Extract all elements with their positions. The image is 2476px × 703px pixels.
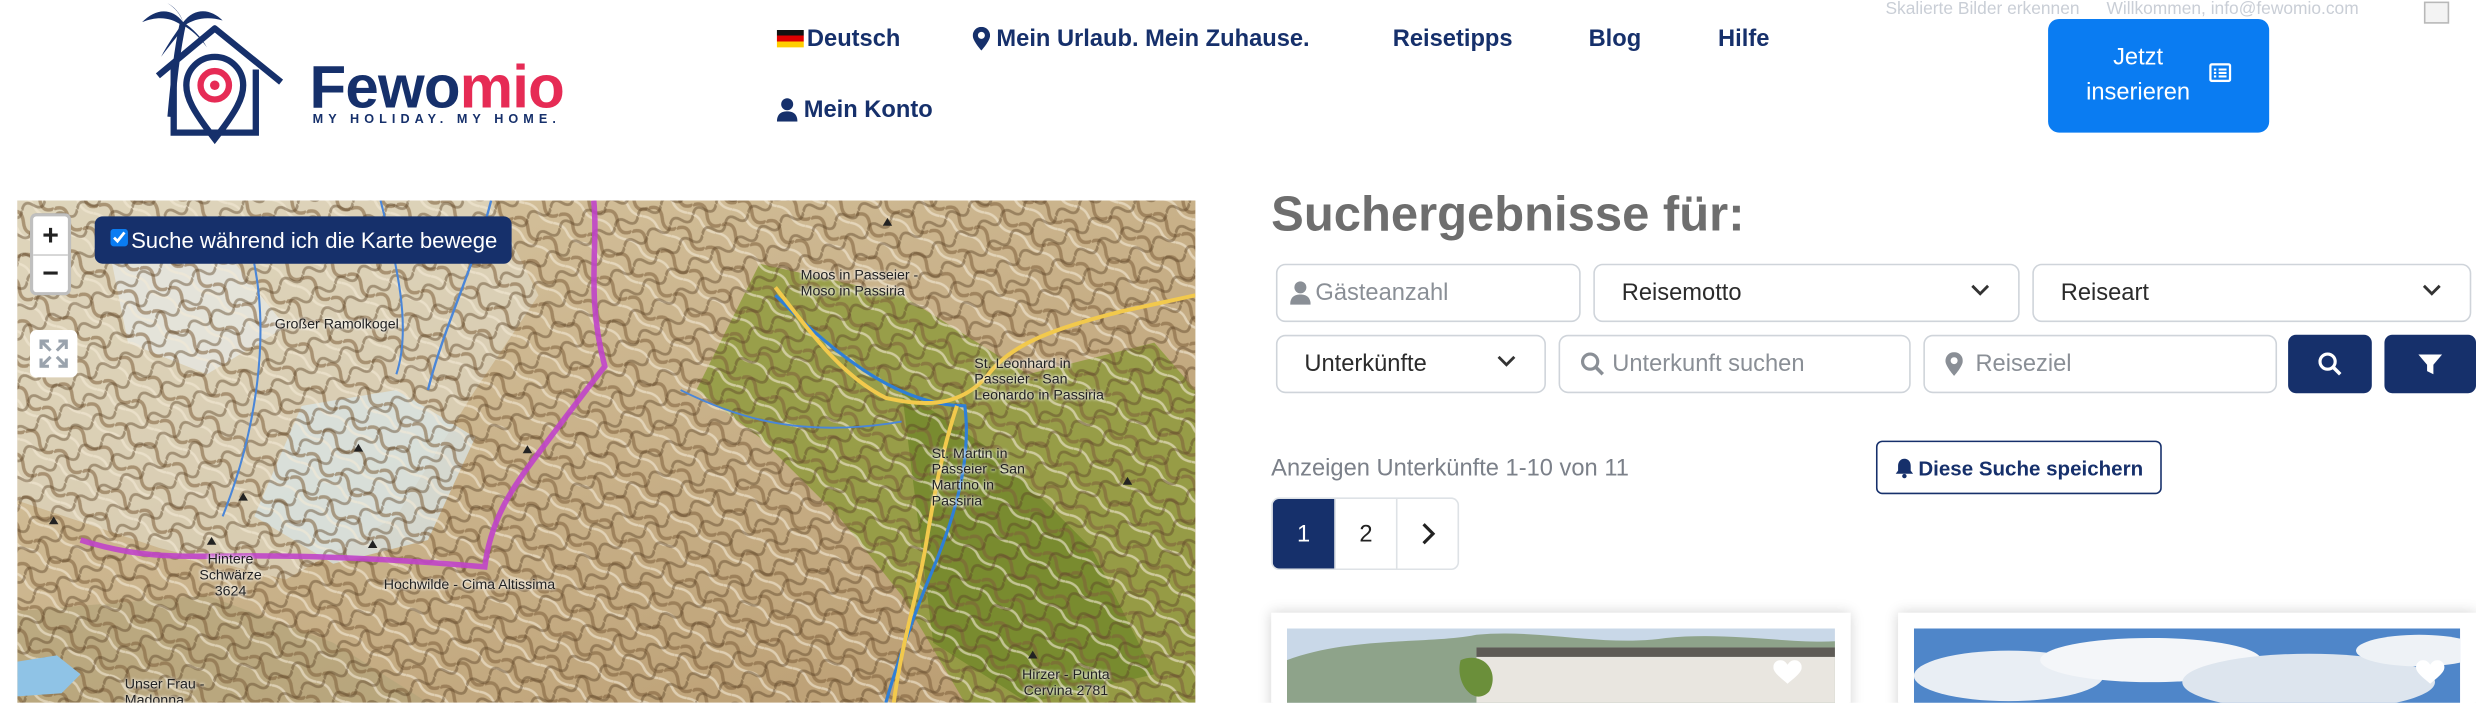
site-logo[interactable]: Fewomio MY HOLIDAY. MY HOME. — [136, 3, 610, 145]
filter-icon — [2418, 353, 2443, 374]
listing-photo — [1286, 628, 1835, 703]
next-page-button[interactable] — [1395, 498, 1458, 569]
listing-card[interactable] — [1271, 612, 1851, 703]
logo-tagline: MY HOLIDAY. MY HOME. — [312, 112, 561, 127]
guests-input[interactable]: Gästeanzahl — [1275, 263, 1581, 323]
chevron-right-icon — [1421, 523, 1435, 545]
accommodation-type-select[interactable]: Unterkünfte — [1275, 334, 1546, 394]
pagination: 1 2 — [1271, 497, 1460, 571]
map-label: Großer Ramolkogel — [274, 315, 399, 332]
accommodation-search-placeholder: Unterkunft suchen — [1612, 350, 1805, 378]
nav-slogan[interactable]: Mein Urlaub. Mein Zuhause. — [972, 25, 1310, 53]
accommodation-type-value: Unterkünfte — [1304, 350, 1427, 378]
zoom-out-button[interactable]: − — [33, 254, 68, 292]
bell-icon — [1895, 457, 1913, 478]
travel-type-value: Reiseart — [2060, 279, 2149, 307]
map-label: Moos in Passeier - Moso in Passiria — [800, 266, 919, 299]
user-icon — [1290, 281, 1311, 305]
user-icon — [776, 98, 798, 122]
nav-reisetipps[interactable]: Reisetipps — [1393, 25, 1513, 52]
search-on-move-checkbox[interactable] — [110, 228, 128, 246]
search-on-move-toggle[interactable]: Suche während ich die Karte bewege — [94, 216, 512, 264]
listing-photo — [1913, 628, 2461, 703]
nav-account-label: Mein Konto — [803, 96, 933, 124]
map-label: Unser Frau - Madonna — [124, 675, 205, 703]
logo-house-icon — [142, 3, 284, 145]
save-search-button[interactable]: Diese Suche speichern — [1875, 440, 2162, 495]
search-icon — [2318, 352, 2342, 376]
zoom-in-button[interactable]: + — [33, 216, 68, 254]
chevron-down-icon — [1971, 284, 1990, 296]
german-flag-icon — [776, 30, 804, 48]
accommodation-search-input[interactable]: Unterkunft suchen — [1558, 334, 1911, 394]
nav-hilfe[interactable]: Hilfe — [1718, 25, 1769, 52]
search-on-move-label: Suche während ich die Karte bewege — [131, 227, 498, 253]
avatar[interactable] — [2423, 1, 2450, 24]
nav-language-label: Deutsch — [806, 25, 901, 53]
heart-icon[interactable] — [1773, 660, 1802, 685]
filter-button[interactable] — [2384, 334, 2476, 394]
expand-icon — [39, 339, 68, 368]
top-strip: Skalierte Bilder erkennen Willkommen, in… — [1885, 0, 2380, 19]
map-label: Hintere Schwärze 3624 — [199, 551, 262, 599]
destination-input[interactable]: Reiseziel — [1923, 334, 2278, 394]
save-search-label: Diese Suche speichern — [1918, 455, 2144, 480]
destination-placeholder: Reiseziel — [1975, 350, 2072, 378]
chevron-down-icon — [1497, 355, 1516, 367]
map-label: Hochwilde - Cima Altissima — [383, 576, 556, 593]
travel-theme-select[interactable]: Reisemotto — [1593, 263, 2020, 323]
results-count: Anzeigen Unterkünfte 1-10 von 11 — [1271, 454, 1629, 482]
map-label: St. Martin in Passeier - San Martino in … — [931, 445, 1025, 509]
travel-type-select[interactable]: Reiseart — [2032, 263, 2472, 323]
list-icon — [2209, 58, 2232, 93]
map-label: Hirzer - Punta Cervina 2781 — [1022, 666, 1110, 698]
zoom-control: + − — [30, 213, 72, 296]
map[interactable]: Großer Ramolkogel Moos in Passeier - Mos… — [17, 200, 1196, 703]
travel-theme-value: Reisemotto — [1621, 279, 1742, 307]
map-marker-icon — [1945, 352, 1963, 376]
nav-blog[interactable]: Blog — [1589, 25, 1642, 52]
nav-account[interactable]: Mein Konto — [776, 96, 933, 124]
list-property-label: Jetzt inserieren — [2086, 44, 2191, 106]
page-1-button[interactable]: 1 — [1272, 498, 1335, 569]
nav-language[interactable]: Deutsch — [776, 25, 901, 53]
listing-card[interactable] — [1898, 612, 2476, 703]
chevron-down-icon — [2422, 284, 2441, 296]
search-button[interactable] — [2288, 334, 2372, 394]
map-label: St. Leonhard in Passeier - San Leonardo … — [974, 355, 1104, 403]
page-2-button[interactable]: 2 — [1334, 498, 1396, 569]
heart-icon[interactable] — [2416, 660, 2445, 685]
results-title: Suchergebnisse für: — [1271, 186, 1745, 242]
search-icon — [1580, 352, 1605, 376]
welcome-text: Willkommen, info@fewomio.com — [2106, 0, 2359, 19]
guests-placeholder: Gästeanzahl — [1315, 279, 1449, 307]
nav-slogan-label: Mein Urlaub. Mein Zuhause. — [996, 25, 1310, 53]
list-property-button[interactable]: Jetzt inserieren — [2048, 18, 2270, 133]
fullscreen-button[interactable] — [30, 330, 78, 378]
map-marker-icon — [972, 26, 991, 51]
scaled-images-link[interactable]: Skalierte Bilder erkennen — [1885, 0, 2079, 19]
